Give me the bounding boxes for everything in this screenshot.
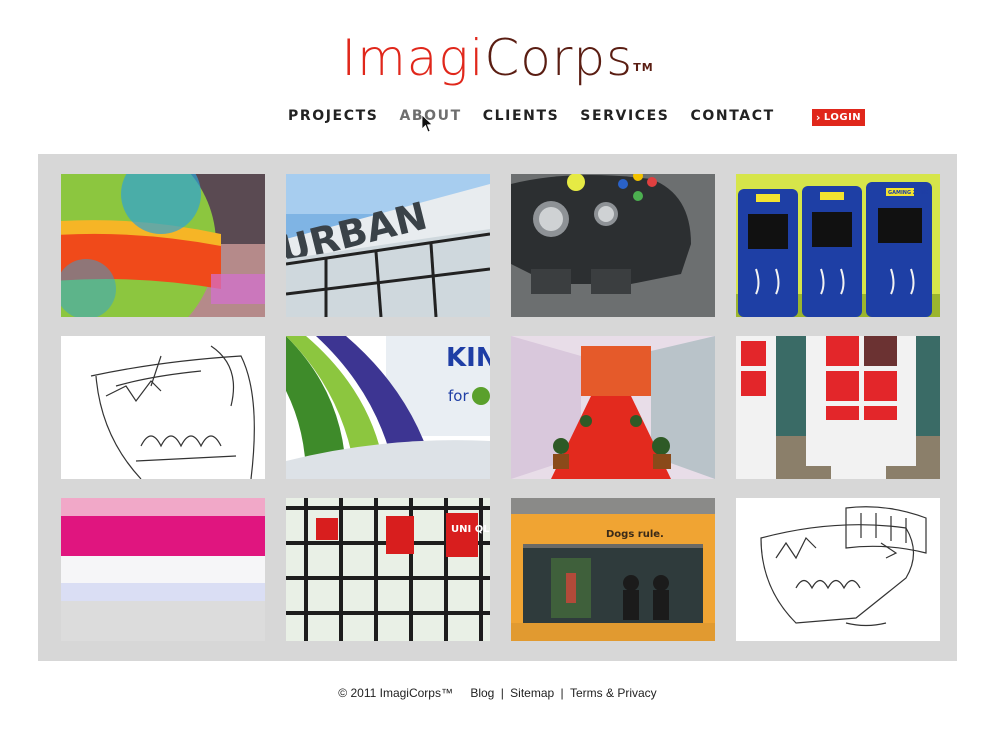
- nav-item-projects[interactable]: PROJECTS: [288, 108, 378, 124]
- gallery-tile-kinect-banner[interactable]: KIN for: [286, 336, 490, 479]
- gallery-tile-gaming-kiosks[interactable]: GAMING ZONE: [736, 174, 940, 317]
- footer-link-blog[interactable]: Blog: [470, 686, 494, 700]
- kinect-text: KIN: [446, 343, 490, 373]
- copyright-text: © 2011 ImagiCorps™: [338, 686, 453, 700]
- main-nav: PROJECTS ABOUT CLIENTS SERVICES CONTACT: [288, 108, 775, 124]
- gallery-tile-urban-sign[interactable]: URBAN: [286, 174, 490, 317]
- site-logo[interactable]: ImagiCorpsTM: [0, 28, 995, 88]
- uniqlo-text: UNI QLO: [451, 524, 490, 535]
- nav-item-contact[interactable]: CONTACT: [691, 108, 775, 124]
- footer-separator: |: [500, 686, 504, 700]
- project-gallery: URBAN GAMING ZONE KIN for UNI QL Dogs ru…: [38, 154, 957, 661]
- logo-part-imagi: Imagi: [341, 29, 485, 87]
- gallery-tile-windows-phone-kiosks[interactable]: [736, 336, 940, 479]
- gallery-tile-sketch[interactable]: [61, 336, 265, 479]
- logo-trademark: TM: [633, 61, 654, 74]
- gallery-tile-globe[interactable]: [61, 174, 265, 317]
- login-label: LOGIN: [823, 112, 862, 123]
- login-button[interactable]: › LOGIN: [812, 109, 865, 126]
- footer-separator: |: [560, 686, 564, 700]
- gallery-tile-red-carpet[interactable]: [511, 336, 715, 479]
- kinect-for-text: for: [448, 387, 469, 405]
- gallery-tile-dogs-rule[interactable]: Dogs rule.: [511, 498, 715, 641]
- footer-link-terms-privacy[interactable]: Terms & Privacy: [570, 686, 657, 700]
- logo-part-corps: Corps: [484, 29, 634, 87]
- gaming-zone-text: GAMING ZONE: [888, 190, 929, 196]
- dogs-rule-text: Dogs rule.: [606, 529, 664, 540]
- site-footer: © 2011 ImagiCorps™ Blog | Sitemap | Term…: [0, 686, 995, 700]
- chevron-right-icon: ›: [815, 111, 821, 124]
- gallery-tile-uniqlo[interactable]: UNI QLO: [286, 498, 490, 641]
- gallery-tile-zune-sketch[interactable]: [736, 498, 940, 641]
- gallery-tile-controller[interactable]: [511, 174, 715, 317]
- footer-link-sitemap[interactable]: Sitemap: [510, 686, 554, 700]
- nav-item-clients[interactable]: CLIENTS: [483, 108, 560, 124]
- mouse-pointer-icon: [421, 114, 433, 133]
- gallery-tile-pink-counter[interactable]: [61, 498, 265, 641]
- nav-item-services[interactable]: SERVICES: [580, 108, 669, 124]
